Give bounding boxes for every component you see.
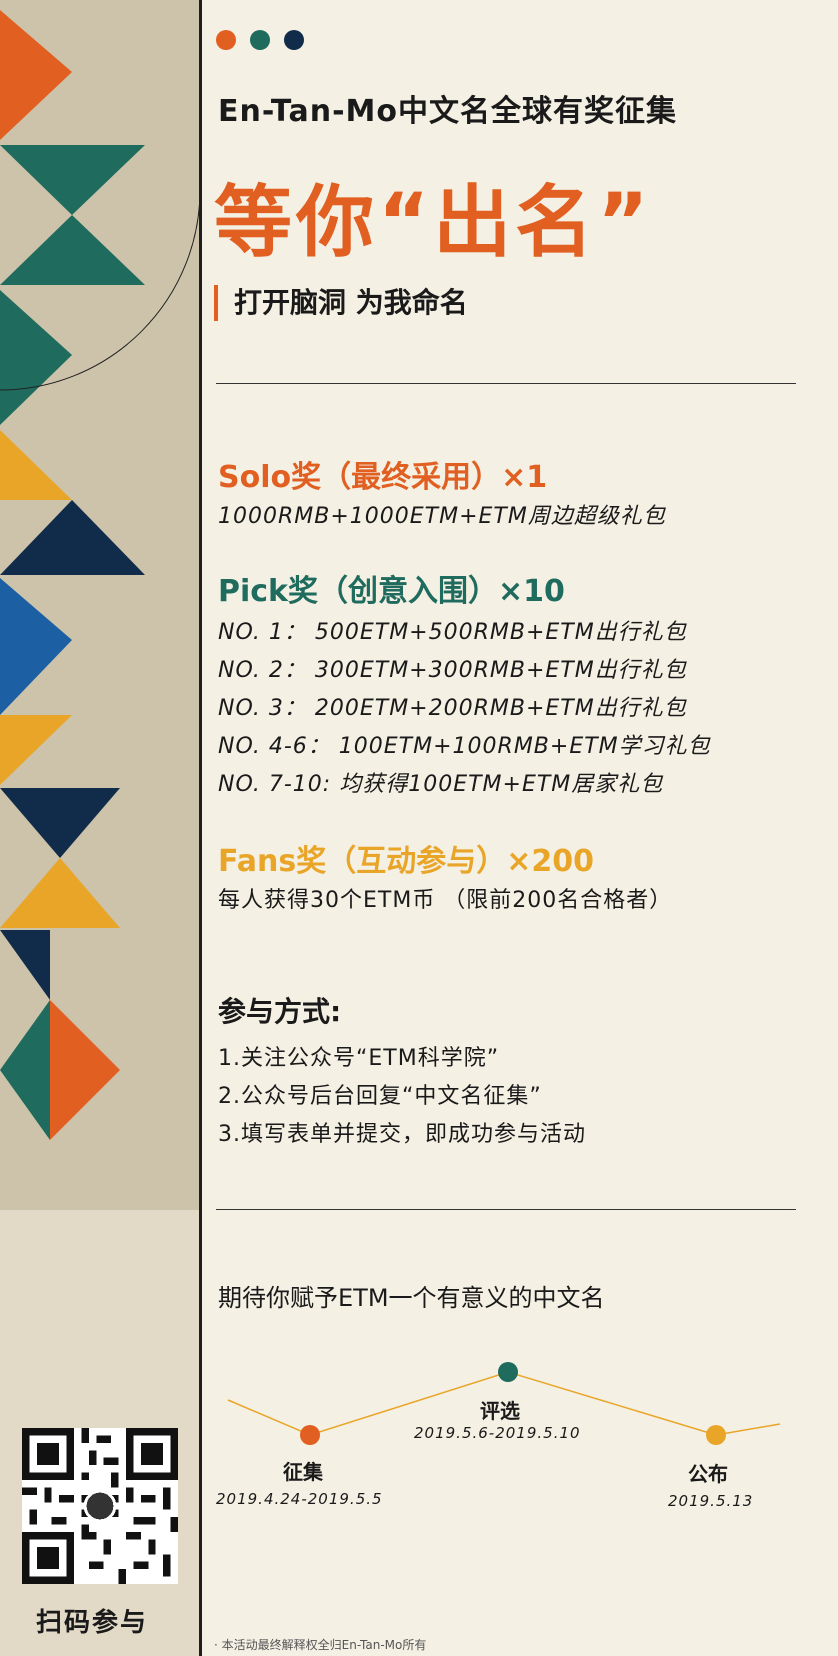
timeline-dot-announce — [706, 1425, 726, 1445]
teal-dot-icon — [250, 30, 270, 50]
slogan: 打开脑洞 为我命名 — [214, 285, 468, 321]
scan-to-join-label: 扫码参与 — [36, 1608, 149, 1638]
pick-prize-no4-6: NO. 4-6： 100ETM+100RMB+ETM学习礼包 — [218, 734, 711, 759]
decorative-dots — [216, 30, 318, 54]
timeline-dot-review — [498, 1362, 518, 1382]
closing-text: 期待你赋予ETM一个有意义的中文名 — [218, 1284, 605, 1312]
join-heading: 参与方式: — [218, 995, 342, 1028]
solo-prize-detail: 1000RMB+1000ETM+ETM周边超级礼包 — [218, 504, 666, 529]
timeline-date-collect: 2019.4.24-2019.5.5 — [216, 1490, 383, 1508]
event-subtitle: En-Tan-Mo中文名全球有奖征集 — [218, 94, 678, 129]
pick-prize-no2: NO. 2： 300ETM+300RMB+ETM出行礼包 — [218, 658, 687, 683]
fans-prize-detail: 每人获得30个ETM币 （限前200名合格者） — [218, 888, 673, 913]
orange-dot-icon — [216, 30, 236, 50]
timeline-label-review: 评选 — [480, 1399, 520, 1423]
timeline-label-announce: 公布 — [688, 1462, 728, 1486]
divider-bottom — [216, 1209, 796, 1210]
pick-prize-heading: Pick奖（创意入围）×10 — [218, 574, 565, 609]
footer-disclaimer: · 本活动最终解释权全归En-Tan-Mo所有 — [214, 1638, 427, 1652]
pick-prize-no3: NO. 3： 200ETM+200RMB+ETM出行礼包 — [218, 696, 687, 721]
timeline-dot-collect — [300, 1425, 320, 1445]
pick-prize-no1: NO. 1： 500ETM+500RMB+ETM出行礼包 — [218, 620, 687, 645]
join-step-1: 1.关注公众号“ETM科学院” — [218, 1046, 500, 1071]
timeline-date-review: 2019.5.6-2019.5.10 — [414, 1424, 581, 1442]
qr-code-icon[interactable] — [22, 1428, 178, 1584]
geometric-triangles-decoration — [0, 10, 199, 1140]
timeline-label-collect: 征集 — [283, 1460, 323, 1484]
pick-prize-no7-10: NO. 7-10: 均获得100ETM+ETM居家礼包 — [218, 772, 664, 797]
navy-dot-icon — [284, 30, 304, 50]
join-step-3: 3.填写表单并提交，即成功参与活动 — [218, 1122, 586, 1147]
solo-prize-heading: Solo奖（最终采用）×1 — [218, 460, 548, 495]
timeline-date-announce: 2019.5.13 — [668, 1492, 754, 1510]
join-step-2: 2.公众号后台回复“中文名征集” — [218, 1084, 542, 1109]
divider-top — [216, 383, 796, 384]
main-title: 等你“出名” — [214, 178, 653, 268]
fans-prize-heading: Fans奖（互动参与）×200 — [218, 844, 594, 879]
